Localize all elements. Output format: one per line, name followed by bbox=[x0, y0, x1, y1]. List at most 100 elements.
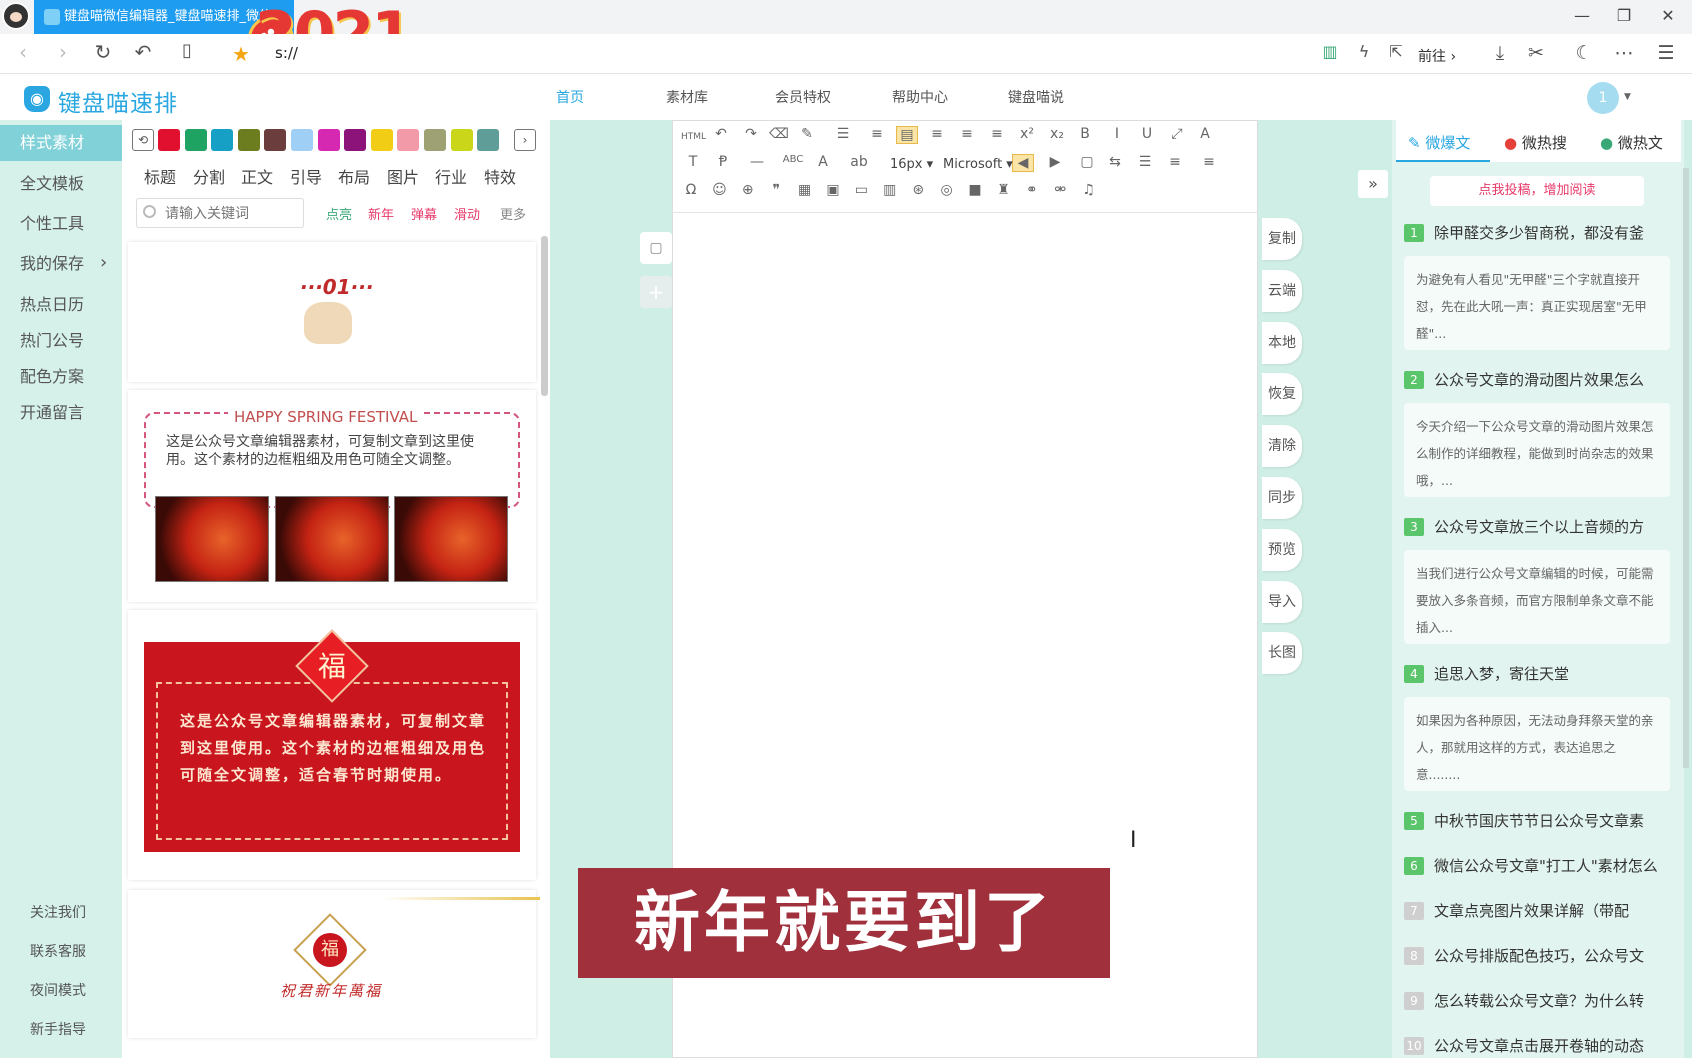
color-swatch[interactable] bbox=[477, 129, 500, 151]
nav-member-privileges[interactable]: 会员特权 bbox=[775, 87, 831, 107]
article-title[interactable]: 怎么转载公众号文章？为什么转 bbox=[1434, 990, 1680, 1011]
forward-icon[interactable]: › bbox=[48, 40, 78, 64]
cloud-button[interactable]: 云端 bbox=[1262, 269, 1302, 312]
collapse-panel-icon[interactable]: » bbox=[1358, 170, 1388, 198]
tab-weibaowen[interactable]: ✎ 微爆文 bbox=[1408, 132, 1470, 153]
font-family-select[interactable]: Microsoft ▾ bbox=[943, 157, 1013, 172]
link-out-icon[interactable]: ⤢ bbox=[1166, 126, 1188, 142]
site-logo-text[interactable]: 键盘喵速排 bbox=[58, 84, 178, 118]
quote-icon[interactable]: ❞ bbox=[765, 182, 787, 198]
text-box-icon[interactable]: A bbox=[1194, 126, 1216, 142]
color-swatch[interactable] bbox=[424, 129, 446, 151]
category-body[interactable]: 正文 bbox=[241, 164, 273, 188]
tag-more[interactable]: 更多 bbox=[500, 204, 526, 223]
article-title[interactable]: 公众号文章放三个以上音频的方 bbox=[1434, 516, 1680, 537]
nav-blog[interactable]: 键盘喵说 bbox=[1008, 87, 1064, 107]
flash-icon[interactable]: ϟ bbox=[1350, 42, 1378, 61]
category-effects[interactable]: 特效 bbox=[484, 164, 516, 188]
video-icon[interactable]: ■ bbox=[964, 182, 986, 198]
share-icon[interactable]: ⇱ bbox=[1382, 42, 1410, 61]
unlink-icon[interactable]: ⚮ bbox=[1049, 182, 1071, 198]
redo-icon[interactable]: ↷ bbox=[740, 126, 762, 142]
reload-icon[interactable]: ↻ bbox=[88, 40, 118, 64]
search-input[interactable] bbox=[136, 198, 304, 228]
font-style-icon[interactable]: T bbox=[682, 154, 704, 170]
night-mode-icon[interactable]: ☾ bbox=[1570, 42, 1598, 64]
letter-spacing-icon[interactable]: ≡ bbox=[1198, 154, 1220, 170]
category-image[interactable]: 图片 bbox=[387, 164, 419, 188]
caret-down-icon[interactable]: ▼ bbox=[1624, 92, 1631, 102]
beginner-guide-link[interactable]: 新手指导 bbox=[30, 1019, 86, 1039]
category-industry[interactable]: 行业 bbox=[435, 164, 467, 188]
user-avatar[interactable]: 1 bbox=[1587, 82, 1619, 114]
long-image-button[interactable]: 长图 bbox=[1262, 632, 1302, 675]
frame-icon[interactable]: ▭ bbox=[850, 182, 872, 198]
color-swatch[interactable] bbox=[344, 129, 367, 151]
color-swatch[interactable] bbox=[264, 129, 287, 151]
submit-article-button[interactable]: 点我投稿，增加阅读 bbox=[1430, 176, 1644, 206]
follow-us-link[interactable]: 关注我们 bbox=[30, 902, 86, 922]
article-summary[interactable]: 为避免有人看见"无甲醛"三个字就直接开怼，先在此大吼一声：真正实现居室"无甲醛"… bbox=[1404, 256, 1670, 350]
contact-service-link[interactable]: 联系客服 bbox=[30, 941, 86, 961]
cat-logo-icon[interactable]: ◉ bbox=[24, 86, 50, 112]
clear-button[interactable]: 清除 bbox=[1262, 425, 1302, 468]
highlight-icon[interactable]: ab bbox=[848, 154, 870, 170]
align-center-icon[interactable]: ≡ bbox=[926, 126, 948, 142]
right-panel-scrollbar[interactable] bbox=[1683, 168, 1689, 768]
color-swatch[interactable] bbox=[450, 129, 473, 151]
location-icon[interactable]: ◎ bbox=[936, 182, 958, 198]
color-swatch[interactable] bbox=[184, 129, 207, 151]
next-colors-icon[interactable]: › bbox=[514, 129, 536, 151]
article-summary[interactable]: 今天介绍一下公众号文章的滑动图片效果怎么制作的详细教程，能做到时尚杂志的效果哦，… bbox=[1404, 403, 1670, 497]
article-title[interactable]: 微信公众号文章"打工人"素材怎么 bbox=[1434, 855, 1680, 876]
back-icon[interactable]: ‹ bbox=[8, 40, 38, 64]
category-guide[interactable]: 引导 bbox=[290, 164, 322, 188]
gallery-icon[interactable]: ▥ bbox=[879, 182, 901, 198]
article-title[interactable]: 中秋节国庆节节日公众号文章素 bbox=[1434, 810, 1680, 831]
sidebar-item-full-templates[interactable]: 全文模板 bbox=[0, 166, 122, 202]
article-title[interactable]: 公众号文章的滑动图片效果怎么 bbox=[1434, 369, 1680, 390]
color-swatch[interactable] bbox=[211, 129, 234, 151]
justify-icon[interactable]: ≡ bbox=[986, 126, 1008, 142]
image-float-icon[interactable]: ⇆ bbox=[1104, 154, 1126, 170]
favorite-star-icon[interactable]: ★ bbox=[232, 42, 250, 66]
emoji-icon[interactable]: ☺ bbox=[708, 182, 730, 198]
align-right-icon[interactable]: ≡ bbox=[956, 126, 978, 142]
paragraph-spacing-icon[interactable]: ≡ bbox=[1164, 154, 1186, 170]
menu-icon[interactable]: ☰ bbox=[1652, 42, 1680, 64]
download-icon[interactable]: ⤓ bbox=[1486, 42, 1514, 64]
align-left-icon[interactable]: ▤ bbox=[896, 126, 918, 144]
color-swatch[interactable] bbox=[237, 129, 260, 151]
nav-home[interactable]: 首页 bbox=[556, 87, 584, 107]
article-title[interactable]: 文章点亮图片效果详解（带配 bbox=[1434, 900, 1680, 921]
indent-icon[interactable]: ☰ bbox=[832, 126, 854, 142]
article-title[interactable]: 除甲醛交多少智商税，都没有釜 bbox=[1434, 222, 1680, 243]
color-swatch[interactable] bbox=[317, 129, 340, 151]
browser-profile-avatar[interactable] bbox=[2, 2, 30, 30]
font-color-icon[interactable]: A bbox=[812, 154, 834, 170]
more-icon[interactable]: ⋯ bbox=[1610, 42, 1638, 64]
link-icon[interactable]: ⚭ bbox=[1021, 182, 1043, 198]
materials-scrollbar[interactable] bbox=[541, 236, 548, 396]
category-title[interactable]: 标题 bbox=[144, 164, 176, 188]
html-mode-button[interactable]: HTML bbox=[681, 132, 706, 142]
close-window-icon[interactable]: ✕ bbox=[1648, 6, 1688, 25]
category-layout[interactable]: 布局 bbox=[338, 164, 370, 188]
refresh-colors-icon[interactable]: ⟲ bbox=[132, 129, 154, 151]
strikethrough-icon[interactable]: ABC bbox=[782, 154, 804, 165]
tag-slide[interactable]: 滑动 bbox=[454, 204, 480, 223]
add-icon[interactable]: + bbox=[640, 276, 672, 308]
tag-danmaku[interactable]: 弹幕 bbox=[411, 204, 437, 223]
undo-close-tab-icon[interactable]: ↶ bbox=[128, 40, 158, 64]
color-swatch[interactable] bbox=[397, 129, 420, 151]
color-swatch[interactable] bbox=[158, 129, 180, 151]
format-brush-icon[interactable]: ✎ bbox=[796, 126, 818, 142]
article-title[interactable]: 公众号排版配色技巧，公众号文 bbox=[1434, 945, 1680, 966]
color-swatch[interactable] bbox=[291, 129, 313, 151]
underline-icon[interactable]: U bbox=[1136, 126, 1158, 142]
sidebar-item-open-comments[interactable]: 开通留言 bbox=[0, 395, 122, 431]
article-title[interactable]: 公众号文章点击展开卷轴的动态 bbox=[1434, 1035, 1680, 1056]
sync-button[interactable]: 同步 bbox=[1262, 477, 1302, 519]
page-icon[interactable]: ▢ bbox=[1076, 154, 1098, 170]
music-icon[interactable]: ♫ bbox=[1078, 182, 1100, 198]
